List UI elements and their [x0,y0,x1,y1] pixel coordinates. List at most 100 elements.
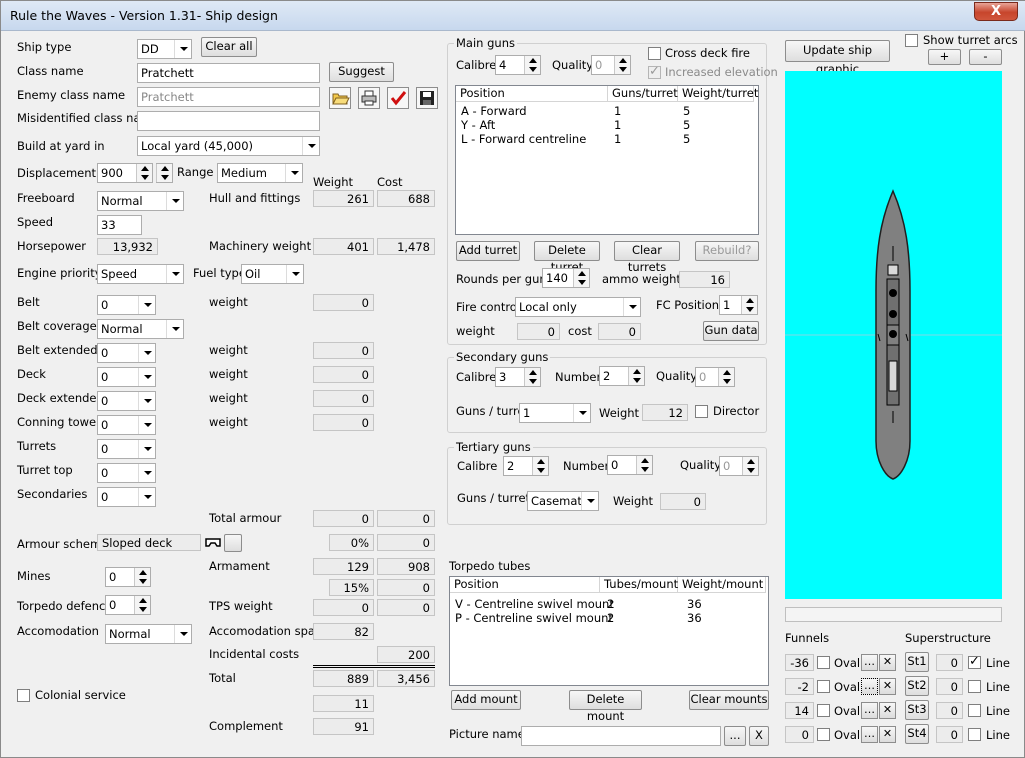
secondary-number-spinner[interactable]: 2 [599,366,645,386]
st4-line-checkbox[interactable] [968,728,981,741]
main-quality-spinner[interactable]: 0 [591,55,631,75]
update-ship-graphic-button[interactable]: Update ship graphic [785,40,890,76]
mines-spinner[interactable]: 0 [105,567,151,587]
delete-turret-button[interactable]: Delete turret [534,241,600,274]
add-turret-button[interactable]: Add turret [456,241,520,261]
main-col-position[interactable]: Position [456,86,608,102]
st3-value[interactable]: 0 [936,702,963,719]
funnel-4-more-button[interactable]: … [861,726,878,743]
secondary-gpt-select[interactable]: 1 [519,403,591,423]
close-button[interactable]: X [974,2,1018,21]
class-name-input[interactable]: Pratchett [137,63,320,83]
funnel-3-delete-icon[interactable]: ✕ [879,702,896,719]
fc-positions-spinner[interactable]: 1 [719,295,758,315]
increased-elevation-checkbox[interactable] [648,64,661,79]
st2-button[interactable]: St2 [905,676,929,696]
st1-value[interactable]: 0 [936,654,963,671]
fire-control-select[interactable]: Local only [515,297,641,317]
engine-priority-select[interactable]: Speed [97,264,184,284]
st4-value[interactable]: 0 [936,726,963,743]
main-col-guns[interactable]: Guns/turret [608,86,678,102]
picture-name-input[interactable] [521,726,721,746]
main-calibre-spinner[interactable]: 4 [495,55,541,75]
enemy-class-input[interactable]: Pratchett [137,87,320,107]
ship-type-select[interactable]: DD [137,39,192,59]
add-mount-button[interactable]: Add mount [451,690,521,710]
zoom-in-button[interactable]: + [928,49,961,65]
accomodation-select[interactable]: Normal [105,624,192,644]
st2-value[interactable]: 0 [936,678,963,695]
funnel-4-delete-icon[interactable]: ✕ [879,726,896,743]
checkmark-icon[interactable] [387,87,409,109]
funnel-3-oval-checkbox[interactable] [817,704,830,717]
st4-button[interactable]: St4 [905,724,929,744]
displacement-spinner[interactable]: 900 [97,163,153,183]
st3-button[interactable]: St3 [905,700,929,720]
funnel-1-oval-checkbox[interactable] [817,656,830,669]
tertiary-quality-spinner[interactable]: 0 [719,456,759,476]
gun-data-button[interactable]: Gun data [703,321,759,341]
suggest-button[interactable]: Suggest [329,62,394,82]
fuel-type-select[interactable]: Oil [241,264,304,284]
belt-extended-select[interactable]: 0 [97,343,156,363]
browse-button[interactable]: ... [724,726,746,746]
clear-mounts-button[interactable]: Clear mounts [689,690,769,710]
funnel-1-value[interactable]: -36 [785,654,814,671]
funnel-3-more-button[interactable]: … [861,702,878,719]
main-guns-list[interactable]: Position Guns/turret Weight/turret A - F… [455,85,759,235]
build-yard-select[interactable]: Local yard (45,000) [137,136,320,156]
funnel-4-value[interactable]: 0 [785,726,814,743]
torpedo-col-position[interactable]: Position [450,577,600,593]
show-turret-arcs-checkbox[interactable] [905,34,918,47]
main-col-weight[interactable]: Weight/turret [678,86,758,102]
belt-select[interactable]: 0 [97,295,156,315]
rounds-per-gun-spinner[interactable]: 140 [542,268,590,288]
delete-mount-button[interactable]: Delete mount [569,690,642,723]
range-select[interactable]: Medium [217,163,303,183]
clear-picture-button[interactable]: X [749,726,769,746]
funnel-2-oval-checkbox[interactable] [817,680,830,693]
funnel-4-oval-checkbox[interactable] [817,728,830,741]
st2-line-checkbox[interactable] [968,680,981,693]
funnel-2-delete-icon[interactable]: ✕ [879,678,896,695]
deck-extended-select[interactable]: 0 [97,391,156,411]
st3-line-checkbox[interactable] [968,704,981,717]
clear-all-button[interactable]: Clear all [201,37,257,57]
funnel-1-more-button[interactable]: … [861,654,878,671]
rebuild-button[interactable]: Rebuild? [695,241,759,261]
st1-button[interactable]: St1 [905,652,929,672]
misidentified-input[interactable] [137,111,320,131]
displacement-fine-spinner[interactable] [156,163,173,183]
turret-top-select[interactable]: 0 [97,463,156,483]
funnel-3-value[interactable]: 14 [785,702,814,719]
torpedo-list[interactable]: Position Tubes/mount Weight/mount V - Ce… [449,576,769,686]
save-disk-icon[interactable] [416,87,438,109]
graphic-scrollbar[interactable] [785,607,1002,622]
zoom-out-button[interactable]: - [969,49,1002,65]
secondary-quality-spinner[interactable]: 0 [695,367,735,387]
print-icon[interactable] [358,87,380,109]
cross-deck-fire-checkbox[interactable] [648,47,661,60]
funnel-1-delete-icon[interactable]: ✕ [879,654,896,671]
secondary-calibre-spinner[interactable]: 3 [495,367,541,387]
conning-tower-select[interactable]: 0 [97,415,156,435]
deck-select[interactable]: 0 [97,367,156,387]
funnel-2-value[interactable]: -2 [785,678,814,695]
colonial-service-checkbox[interactable] [17,689,30,702]
torpedo-col-tubes[interactable]: Tubes/mount [600,577,678,593]
torpedo-col-weight[interactable]: Weight/mount [678,577,766,593]
tertiary-gpt-select[interactable]: Casemate [527,491,599,511]
clear-turrets-button[interactable]: Clear turrets [614,241,680,274]
open-folder-icon[interactable] [329,87,351,109]
torpedo-defence-spinner[interactable]: 0 [105,595,151,615]
st1-line-checkbox[interactable] [968,654,981,669]
funnel-2-more-button[interactable]: … [861,678,878,695]
tertiary-calibre-spinner[interactable]: 2 [503,456,549,476]
armour-scheme-button[interactable] [224,534,242,552]
tertiary-number-spinner[interactable]: 0 [607,455,653,475]
speed-input[interactable]: 33 [97,215,142,235]
turrets-select[interactable]: 0 [97,439,156,459]
freeboard-select[interactable]: Normal [97,191,184,211]
ship-graphic-canvas[interactable] [785,71,1002,599]
director-checkbox[interactable] [695,405,708,418]
